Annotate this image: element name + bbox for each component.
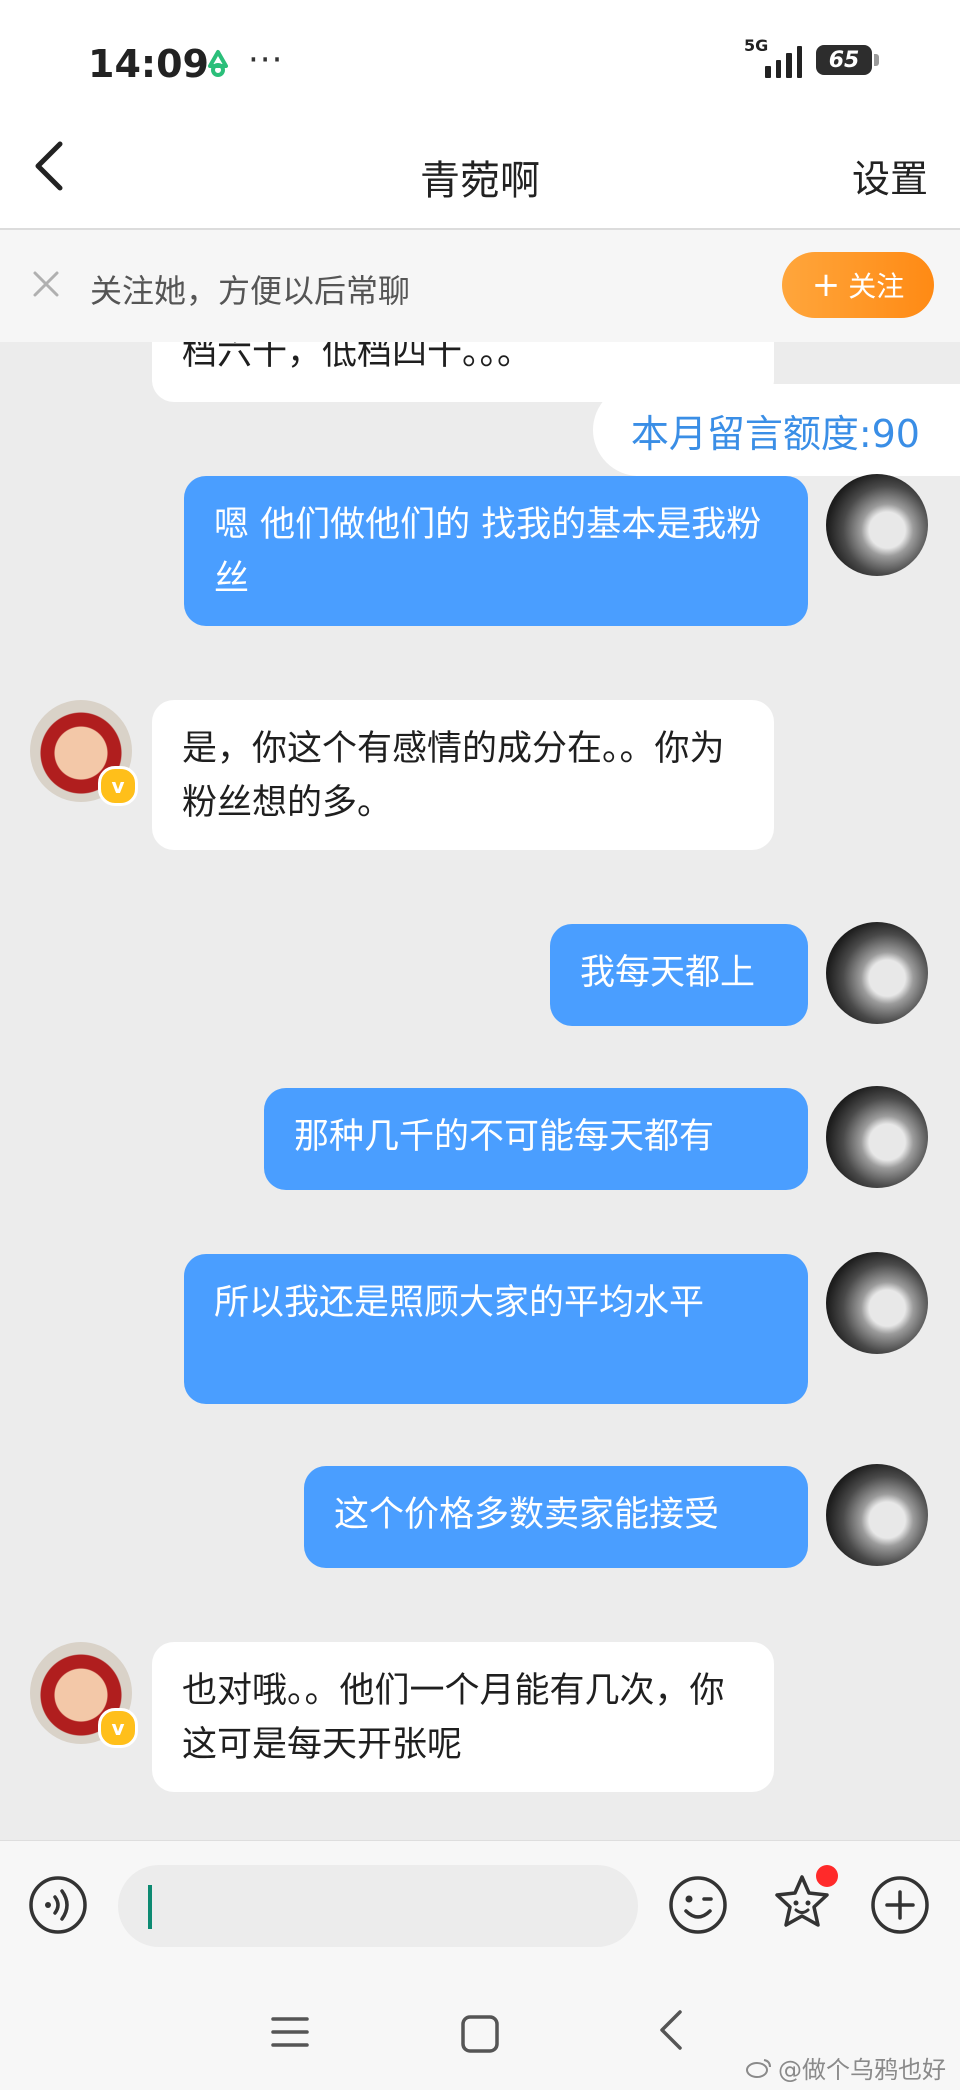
message-bubble-outgoing[interactable]: 我每天都上 [550,924,808,1026]
message-bubble-outgoing[interactable]: 所以我还是照顾大家的平均水平 [184,1254,808,1404]
message-bubble-outgoing[interactable]: 那种几千的不可能每天都有 [264,1088,808,1190]
message-bubble-incoming[interactable]: 也对哦。。他们一个月能有几次，你这可是每天开张呢 [152,1642,774,1792]
system-back-button[interactable] [656,2008,686,2056]
menu-icon [271,2017,309,2047]
message-text: 这个价格多数卖家能接受 [334,1495,720,1535]
follow-prompt: 关注她，方便以后常聊 [90,272,411,310]
status-more-dots: ··· [248,40,284,80]
message-text: 嗯 他们做他们的 找我的基本是我粉丝 [214,505,762,599]
my-avatar[interactable] [826,1252,928,1354]
signal-icon: 5G [744,36,803,78]
message-text: 我每天都上 [580,953,756,993]
my-avatar[interactable] [826,922,928,1024]
message-text: 也对哦。。他们一个月能有几次，你这可是每天开张呢 [182,1671,725,1765]
message-bubble-incoming[interactable]: 是，你这个有感情的成分在。。你为粉丝想的多。 [152,700,774,850]
my-avatar[interactable] [826,1086,928,1188]
status-time: 14:09 [88,42,209,86]
message-text: 档六十，低档四十。。。 [182,342,533,373]
battery-level: 65 [828,47,860,73]
emoji-button[interactable] [668,1875,728,1939]
follow-banner: 关注她，方便以后常聊 + 关注 [0,230,960,342]
notification-dot [816,1865,838,1887]
message-quota: 本月留言额度:90 [592,384,960,476]
home-button[interactable] [460,2014,500,2058]
system-navigation: @做个乌鸦也好 [0,1962,960,2090]
emoji-icon [669,1876,727,1934]
verified-badge-icon: v [98,766,138,806]
chat-area[interactable]: 档六十，低档四十。。。 本月留言额度:90 嗯 他们做他们的 找我的基本是我粉丝… [0,342,960,1840]
more-button[interactable] [870,1875,930,1939]
plus-icon [871,1876,929,1934]
app-notification-icon [202,48,234,84]
home-icon [461,2015,499,2053]
network-type: 5G [744,36,769,55]
verified-badge-icon: v [98,1708,138,1748]
battery-icon: 65 [816,45,879,75]
message-text: 那种几千的不可能每天都有 [294,1117,715,1157]
plus-icon: + [811,265,841,305]
message-input[interactable] [118,1865,638,1947]
message-text: 所以我还是照顾大家的平均水平 [214,1283,705,1323]
watermark: @做个乌鸦也好 [746,2050,946,2085]
recent-apps-button[interactable] [270,2014,310,2054]
my-avatar[interactable] [826,474,928,576]
message-bubble-outgoing[interactable]: 嗯 他们做他们的 找我的基本是我粉丝 [184,476,808,626]
follow-button[interactable]: + 关注 [782,252,934,318]
top-bar: 14:09 ··· 5G 65 青菀啊 设置 [0,0,960,230]
watermark-text: @做个乌鸦也好 [778,2056,946,2084]
nav-back-icon [660,2010,682,2050]
input-bar [0,1840,960,1963]
voice-button[interactable] [28,1875,88,1939]
settings-button[interactable]: 设置 [852,148,928,203]
close-banner-button[interactable] [30,268,62,304]
voice-icon [29,1876,87,1934]
status-indicators: 5G 65 [744,36,879,78]
chat-title: 青菀啊 [420,158,540,204]
message-text: 是，你这个有感情的成分在。。你为粉丝想的多。 [182,729,725,823]
close-icon [33,271,59,297]
text-caret [148,1885,152,1929]
weibo-icon [746,2058,771,2078]
message-bubble-outgoing[interactable]: 这个价格多数卖家能接受 [304,1466,808,1568]
follow-button-label: 关注 [848,270,905,303]
my-avatar[interactable] [826,1464,928,1566]
